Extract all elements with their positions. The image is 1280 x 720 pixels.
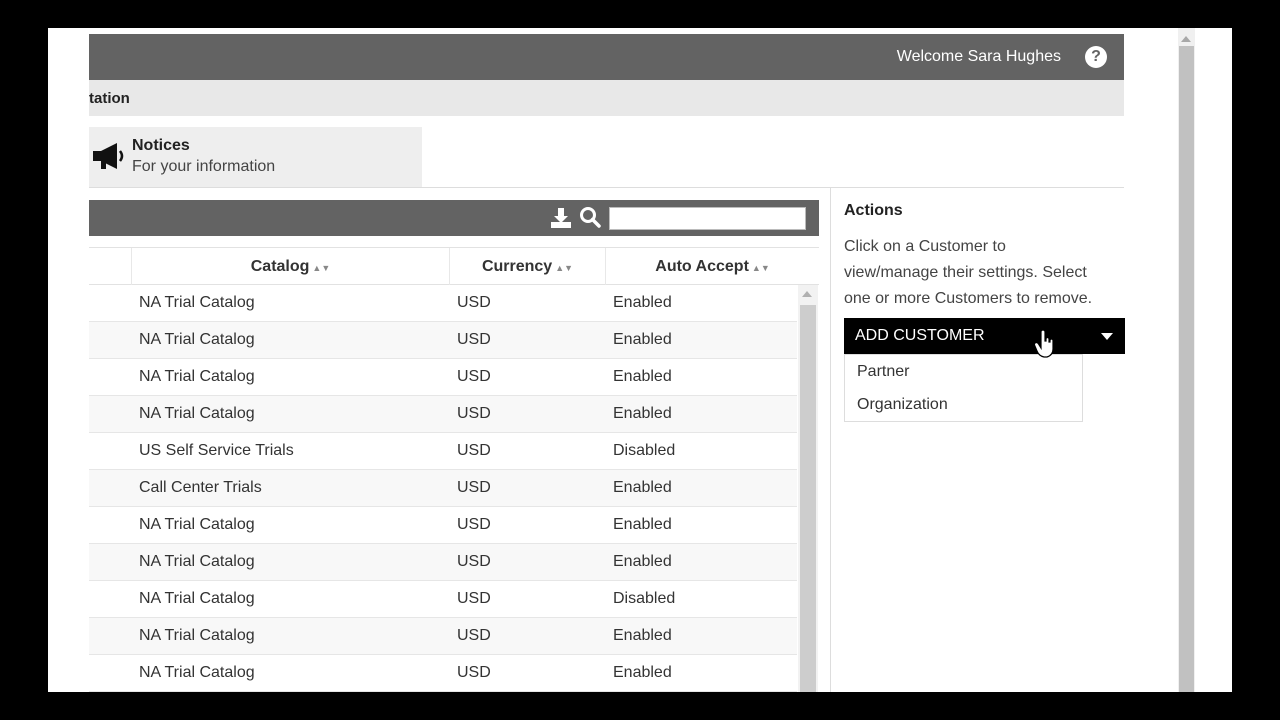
panel-divider: [830, 187, 831, 692]
add-customer-label: ADD CUSTOMER: [855, 327, 985, 344]
column-label: Catalog: [250, 258, 310, 275]
auto-accept-cell: Disabled: [613, 590, 676, 607]
column-label: Auto Accept: [655, 258, 749, 275]
currency-cell: USD: [457, 590, 491, 607]
add-customer-dropdown: Partner Organization: [844, 354, 1083, 422]
table-row[interactable]: NA Trial Catalog USD Enabled: [89, 618, 797, 655]
currency-cell: USD: [457, 479, 491, 496]
auto-accept-cell: Enabled: [613, 553, 672, 570]
catalog-cell: Call Center Trials: [139, 479, 262, 496]
download-icon[interactable]: [550, 207, 572, 229]
column-header-currency[interactable]: Currency ▲▼: [449, 248, 605, 285]
table-body: NA Trial Catalog USD Enabled NA Trial Ca…: [89, 285, 797, 692]
actions-description: Click on a Customer to view/manage their…: [844, 238, 1093, 307]
table-header: Catalog ▲▼ Currency ▲▼ Auto Accept ▲▼: [89, 247, 819, 285]
welcome-text: Welcome Sara Hughes: [896, 48, 1061, 65]
dropdown-item-organization[interactable]: Organization: [857, 396, 948, 414]
table-row[interactable]: NA Trial Catalog USD Enabled: [89, 544, 797, 581]
table-row[interactable]: NA Trial Catalog USD Enabled: [89, 655, 797, 692]
currency-cell: USD: [457, 553, 491, 570]
table-row[interactable]: NA Trial Catalog USD Disabled: [89, 581, 797, 618]
notices-subtitle: For your information: [132, 158, 276, 175]
auto-accept-cell: Enabled: [613, 368, 672, 385]
currency-cell: USD: [457, 664, 491, 681]
notices-panel[interactable]: Notices For your information: [89, 127, 422, 187]
catalog-cell: NA Trial Catalog: [139, 627, 255, 644]
auto-accept-cell: Enabled: [613, 294, 672, 311]
table-scrollbar[interactable]: [798, 285, 818, 692]
currency-cell: USD: [457, 627, 491, 644]
sort-icon: ▲▼: [751, 263, 770, 273]
hand-cursor-icon: [1034, 330, 1054, 358]
notices-title: Notices: [132, 137, 190, 154]
table-row[interactable]: NA Trial Catalog USD Enabled: [89, 507, 797, 544]
catalog-cell: NA Trial Catalog: [139, 516, 255, 533]
auto-accept-cell: Enabled: [613, 331, 672, 348]
sort-icon: ▲▼: [555, 263, 574, 273]
column-label: Currency: [481, 258, 553, 275]
section-title-bar: tation: [89, 80, 1124, 116]
catalog-cell: NA Trial Catalog: [139, 405, 255, 422]
search-icon[interactable]: [579, 206, 601, 228]
auto-accept-cell: Enabled: [613, 664, 672, 681]
catalog-cell: NA Trial Catalog: [139, 553, 255, 570]
top-header-bar: Welcome Sara Hughes ?: [89, 34, 1124, 80]
auto-accept-cell: Enabled: [613, 405, 672, 422]
page-scrollbar-thumb[interactable]: [1179, 46, 1194, 692]
page-scrollbar[interactable]: [1178, 28, 1195, 692]
auto-accept-cell: Enabled: [613, 516, 672, 533]
table-row[interactable]: NA Trial Catalog USD Enabled: [89, 285, 797, 322]
currency-cell: USD: [457, 368, 491, 385]
currency-cell: USD: [457, 331, 491, 348]
caret-down-icon: [1101, 333, 1113, 340]
column-header-catalog[interactable]: Catalog ▲▼: [131, 248, 449, 285]
currency-cell: USD: [457, 405, 491, 422]
catalog-cell: NA Trial Catalog: [139, 368, 255, 385]
currency-cell: USD: [457, 294, 491, 311]
sort-icon: ▲▼: [312, 263, 331, 273]
browser-viewport: Welcome Sara Hughes ? tation Notices For…: [48, 28, 1232, 692]
table-search-input[interactable]: [609, 207, 806, 230]
help-icon[interactable]: ?: [1085, 46, 1107, 68]
megaphone-icon: [93, 143, 124, 169]
table-row[interactable]: NA Trial Catalog USD Enabled: [89, 359, 797, 396]
table-row[interactable]: US Self Service Trials USD Disabled: [89, 433, 797, 470]
scroll-up-arrow-icon[interactable]: [802, 291, 812, 297]
catalog-cell: NA Trial Catalog: [139, 590, 255, 607]
auto-accept-cell: Disabled: [613, 442, 676, 459]
table-row[interactable]: NA Trial Catalog USD Enabled: [89, 322, 797, 359]
add-customer-button[interactable]: ADD CUSTOMER: [844, 318, 1125, 354]
column-header-auto-accept[interactable]: Auto Accept ▲▼: [605, 248, 819, 285]
auto-accept-cell: Enabled: [613, 479, 672, 496]
currency-cell: USD: [457, 442, 491, 459]
table-toolbar: [89, 200, 819, 236]
auto-accept-cell: Enabled: [613, 627, 672, 644]
table-row[interactable]: Call Center Trials USD Enabled: [89, 470, 797, 507]
actions-title: Actions: [844, 202, 903, 219]
divider: [89, 187, 1124, 188]
catalog-cell: NA Trial Catalog: [139, 664, 255, 681]
currency-cell: USD: [457, 516, 491, 533]
catalog-cell: US Self Service Trials: [139, 442, 294, 459]
scroll-up-arrow-icon[interactable]: [1181, 36, 1191, 42]
catalog-cell: NA Trial Catalog: [139, 294, 255, 311]
table-scrollbar-thumb[interactable]: [800, 305, 816, 692]
catalog-cell: NA Trial Catalog: [139, 331, 255, 348]
section-title: tation: [89, 90, 130, 107]
dropdown-item-partner[interactable]: Partner: [857, 363, 909, 381]
table-row[interactable]: NA Trial Catalog USD Enabled: [89, 396, 797, 433]
